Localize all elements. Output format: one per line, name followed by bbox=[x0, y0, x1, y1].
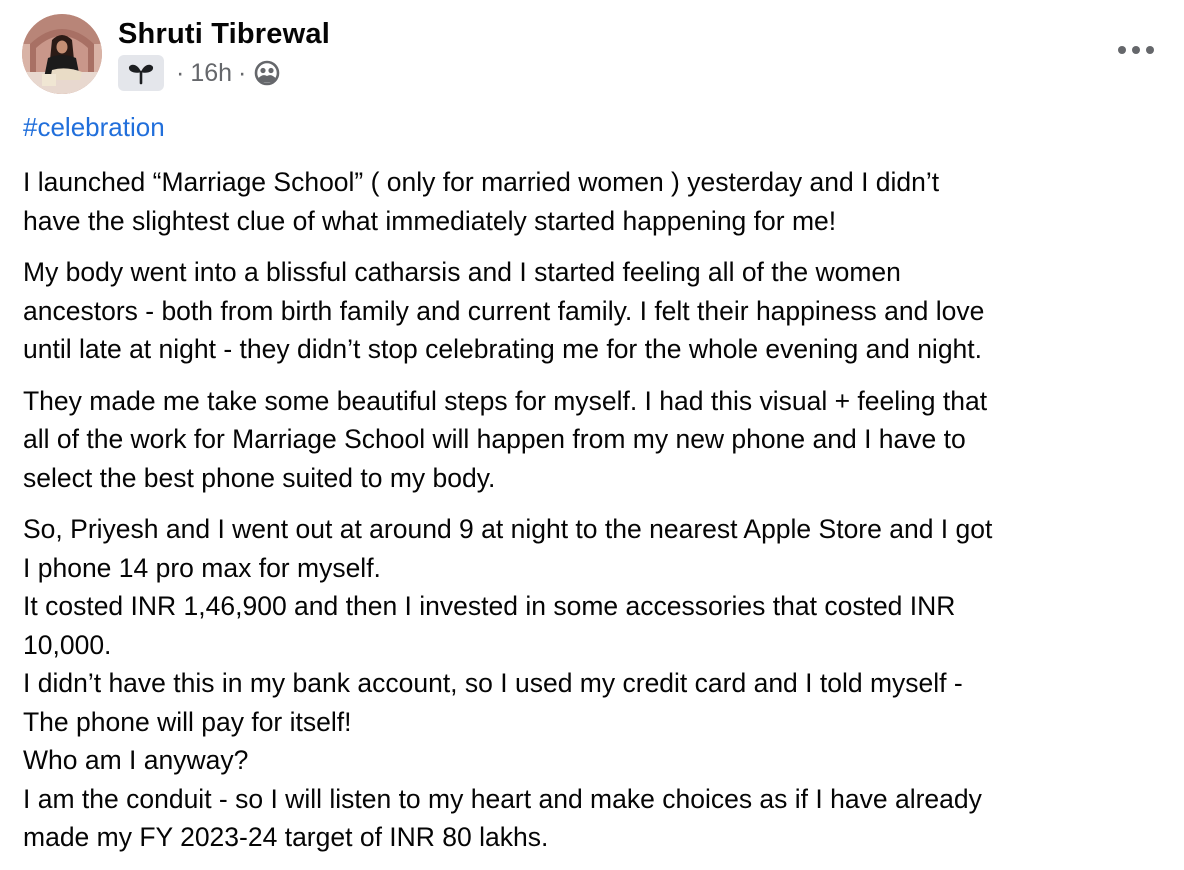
post-header: Shruti Tibrewal · 16h · bbox=[22, 14, 1162, 96]
post-paragraph: My body went into a blissful catharsis a… bbox=[23, 257, 985, 364]
sprout-badge[interactable] bbox=[118, 55, 164, 91]
sprout-icon bbox=[128, 64, 154, 85]
friends-globe-icon[interactable] bbox=[254, 60, 280, 86]
ellipsis-icon bbox=[1118, 46, 1154, 54]
facebook-post: Shruti Tibrewal · 16h · #celebration I l… bbox=[0, 0, 1184, 856]
post-paragraph: I launched “Marriage School” ( only for … bbox=[23, 167, 940, 236]
post-paragraph: So, Priyesh and I went out at around 9 a… bbox=[23, 514, 993, 852]
hashtag-link[interactable]: #celebration bbox=[23, 112, 165, 143]
post-body: I launched “Marriage School” ( only for … bbox=[23, 163, 1173, 870]
more-options-button[interactable] bbox=[1114, 38, 1158, 62]
post-paragraph: They made me take some beautiful steps f… bbox=[23, 385, 988, 493]
meta-separator: · bbox=[176, 58, 185, 87]
post-meta: · 16h · bbox=[118, 54, 280, 92]
author-name[interactable]: Shruti Tibrewal bbox=[118, 18, 330, 51]
post-timestamp[interactable]: 16h bbox=[190, 59, 232, 88]
meta-separator: · bbox=[238, 58, 247, 87]
author-avatar[interactable] bbox=[22, 14, 102, 94]
